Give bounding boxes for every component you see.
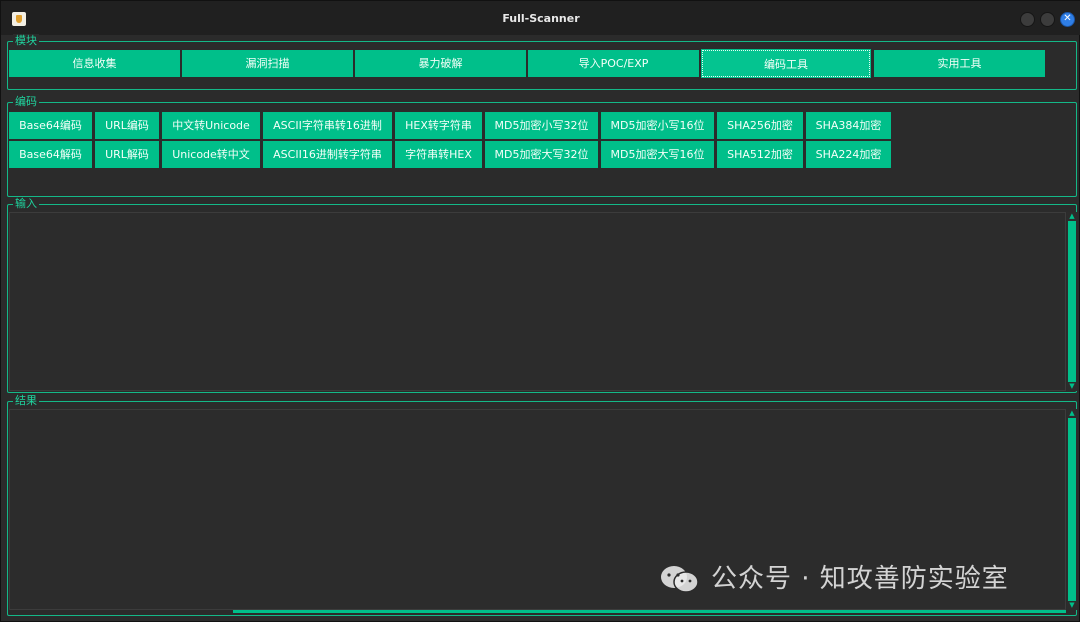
app-window: Full-Scanner ✕ 模块 信息收集 漏洞扫描 暴力破解 导入POC/E… (0, 0, 1080, 622)
hex-to-string-button[interactable]: HEX转字符串 (395, 112, 482, 139)
md5-upper16-button[interactable]: MD5加密大写16位 (601, 141, 714, 168)
sha512-button[interactable]: SHA512加密 (717, 141, 803, 168)
window-title: Full-Scanner (502, 12, 580, 25)
watermark-text: 公众号 · 知攻善防实验室 (711, 564, 1009, 594)
scroll-down-icon[interactable]: ▼ (1068, 601, 1076, 609)
wechat-icon (661, 566, 699, 593)
md5-upper32-button[interactable]: MD5加密大写32位 (485, 141, 598, 168)
input-scroll-thumb[interactable] (1068, 221, 1076, 382)
close-button[interactable]: ✕ (1060, 12, 1075, 27)
ascii-to-hex-button[interactable]: ASCII字符串转16进制 (263, 112, 392, 139)
close-icon: ✕ (1063, 13, 1072, 24)
result-scroll-thumb[interactable] (1068, 418, 1076, 601)
input-group-label: 输入 (13, 197, 39, 211)
tab-brute-force[interactable]: 暴力破解 (355, 50, 526, 77)
sha256-button[interactable]: SHA256加密 (717, 112, 803, 139)
module-group-label: 模块 (13, 34, 39, 48)
hex-to-ascii-button[interactable]: ASCII16进制转字符串 (263, 141, 392, 168)
md5-lower32-button[interactable]: MD5加密小写32位 (485, 112, 598, 139)
encode-group-label: 编码 (13, 95, 39, 109)
scroll-down-icon[interactable]: ▼ (1068, 382, 1076, 390)
base64-encode-button[interactable]: Base64编码 (9, 112, 92, 139)
title-bar[interactable]: Full-Scanner ✕ (1, 1, 1080, 35)
tab-encode-tools[interactable]: 编码工具 (701, 49, 871, 78)
tab-info-gathering[interactable]: 信息收集 (9, 50, 180, 77)
chinese-to-unicode-button[interactable]: 中文转Unicode (162, 112, 260, 139)
result-group-label: 结果 (13, 394, 39, 408)
url-encode-button[interactable]: URL编码 (95, 112, 159, 139)
input-scrollbar[interactable]: ▲ ▼ (1067, 212, 1077, 391)
tab-import-poc-exp[interactable]: 导入POC/EXP (528, 50, 699, 77)
tab-utility-tools[interactable]: 实用工具 (874, 50, 1045, 77)
md5-lower16-button[interactable]: MD5加密小写16位 (601, 112, 714, 139)
minimize-button[interactable] (1020, 12, 1035, 27)
sha224-button[interactable]: SHA224加密 (806, 141, 891, 168)
maximize-button[interactable] (1040, 12, 1055, 27)
scroll-up-icon[interactable]: ▲ (1068, 212, 1076, 220)
tab-vuln-scan[interactable]: 漏洞扫描 (182, 50, 353, 77)
url-decode-button[interactable]: URL解码 (95, 141, 159, 168)
unicode-to-chinese-button[interactable]: Unicode转中文 (162, 141, 260, 168)
scroll-up-icon[interactable]: ▲ (1068, 409, 1076, 417)
sha384-button[interactable]: SHA384加密 (806, 112, 891, 139)
input-textarea[interactable] (9, 212, 1066, 391)
result-scrollbar[interactable]: ▲ ▼ (1067, 409, 1077, 610)
base64-decode-button[interactable]: Base64解码 (9, 141, 92, 168)
result-horizontal-scrollbar[interactable] (233, 610, 1066, 613)
string-to-hex-button[interactable]: 字符串转HEX (395, 141, 482, 168)
